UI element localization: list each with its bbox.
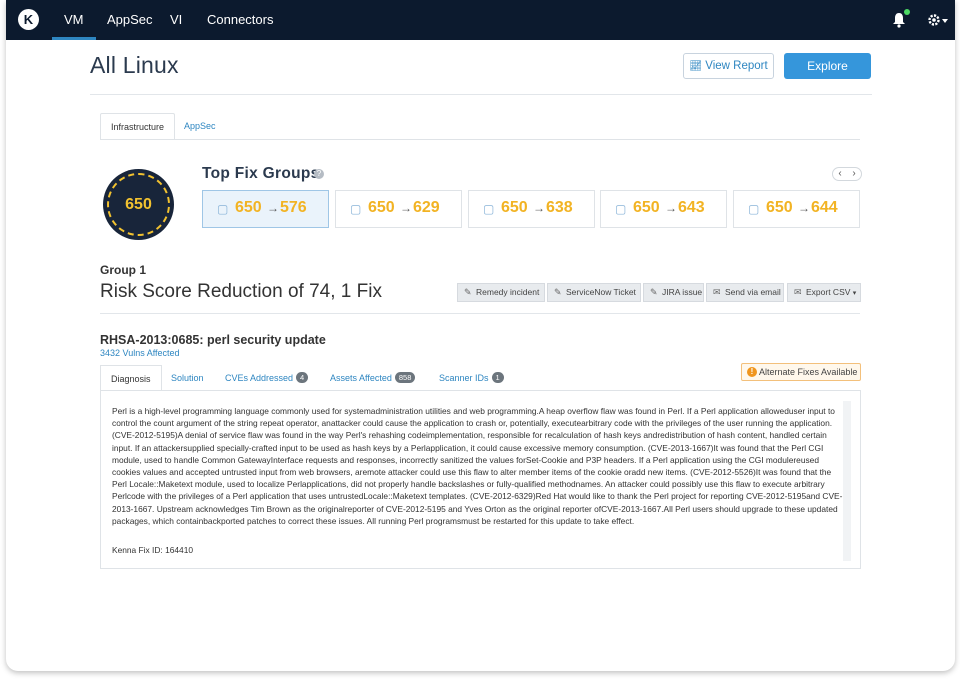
top-nav: K VM AppSec VI Connectors [6, 0, 955, 40]
tab-appsec[interactable]: AppSec [174, 113, 226, 140]
send-email-button[interactable]: ✉ Send via email [706, 283, 784, 302]
export-csv-label: Export CSV [806, 287, 851, 297]
score-after: 629 [413, 199, 440, 216]
score-after: 638 [546, 199, 573, 216]
envelope-icon: ✉ [713, 287, 721, 297]
view-report-label: View Report [705, 60, 768, 72]
scrollbar[interactable] [843, 401, 851, 561]
score-before: 650 [766, 199, 793, 216]
chevron-right-icon[interactable]: › [847, 168, 861, 180]
gear-icon[interactable] [927, 11, 949, 29]
alert-icon: ! [747, 367, 757, 377]
score-before: 650 [235, 199, 262, 216]
fix-group-icon: ▢ [217, 202, 229, 216]
scanner-count-badge: 1 [491, 372, 504, 383]
edit-icon: ✎ [554, 287, 562, 297]
vulns-affected-link[interactable]: 3432 Vulns Affected [100, 348, 180, 358]
chevron-left-icon[interactable]: ‹ [833, 168, 847, 180]
tab-diagnosis[interactable]: Diagnosis [100, 365, 162, 391]
page-title: All Linux [90, 52, 179, 78]
jira-issue-button[interactable]: ✎ JIRA issue [643, 283, 704, 302]
edit-icon: ✎ [650, 287, 658, 297]
risk-score-dial: 650 [103, 169, 174, 240]
score-before: 650 [633, 199, 660, 216]
view-report-button[interactable]: 📈︎ View Report [683, 53, 774, 79]
notification-dot [904, 9, 910, 15]
arrow-right-icon: → [267, 201, 279, 215]
arrow-right-icon: → [665, 201, 677, 215]
fix-group-card[interactable]: ▢ 650 → 576 [202, 190, 329, 228]
fix-group-icon: ▢ [615, 202, 627, 216]
servicenow-ticket-label: ServiceNow Ticket [566, 287, 636, 297]
cves-count-badge: 4 [296, 372, 309, 383]
nav-item-vm[interactable]: VM [52, 0, 95, 40]
diagnosis-text: Perl is a high-level programming languag… [112, 406, 843, 526]
kenna-logo[interactable]: K [18, 9, 39, 30]
diagnosis-panel: Perl is a high-level programming languag… [100, 390, 861, 569]
header-divider [90, 94, 872, 95]
tab-solution[interactable]: Solution [161, 365, 214, 391]
score-after: 576 [280, 199, 307, 216]
assets-count-badge: 858 [394, 372, 416, 383]
fix-group-icon: ▢ [483, 202, 495, 216]
caret-down-icon: ▾ [852, 290, 857, 297]
fix-title: RHSA-2013:0685: perl security update [100, 333, 326, 347]
help-icon[interactable]: ? [314, 169, 324, 179]
send-email-label: Send via email [725, 287, 781, 297]
arrow-right-icon: → [533, 201, 545, 215]
envelope-icon: ✉ [794, 287, 802, 297]
score-before: 650 [501, 199, 528, 216]
kenna-fix-id: Kenna Fix ID: 164410 [112, 545, 194, 555]
fix-group-card[interactable]: ▢ 650 → 643 [600, 190, 727, 228]
cves-addressed-label: CVEs Addressed [225, 373, 294, 383]
tab-cves-addressed[interactable]: CVEs Addressed 4 [215, 365, 318, 391]
nav-item-appsec[interactable]: AppSec [107, 0, 153, 40]
fix-group-card[interactable]: ▢ 650 → 629 [335, 190, 462, 228]
risk-score-value: 650 [125, 196, 152, 213]
alternate-fixes-label: Alternate Fixes Available [759, 367, 858, 377]
export-csv-button[interactable]: ✉ Export CSV ▾ [787, 283, 861, 302]
remedy-incident-label: Remedy incident [476, 287, 540, 297]
bell-icon[interactable] [892, 9, 910, 28]
fix-groups-pager: ‹ › [832, 167, 862, 181]
remedy-incident-button[interactable]: ✎ Remedy incident [457, 283, 545, 302]
tab-scanner-ids[interactable]: Scanner IDs 1 [429, 365, 514, 391]
jira-issue-label: JIRA issue [662, 287, 703, 297]
servicenow-ticket-button[interactable]: ✎ ServiceNow Ticket [547, 283, 641, 302]
fix-group-icon: ▢ [748, 202, 760, 216]
score-after: 643 [678, 199, 705, 216]
arrow-right-icon: → [400, 201, 412, 215]
tab-divider [100, 139, 860, 140]
fix-group-card[interactable]: ▢ 650 → 638 [468, 190, 595, 228]
nav-item-connectors[interactable]: Connectors [207, 0, 273, 40]
tab-infrastructure[interactable]: Infrastructure [100, 113, 176, 140]
score-before: 650 [368, 199, 395, 216]
nav-item-vi[interactable]: VI [170, 0, 182, 40]
fix-group-card[interactable]: ▢ 650 → 644 [733, 190, 860, 228]
arrow-right-icon: → [798, 201, 810, 215]
group-label: Group 1 [100, 263, 147, 277]
group-title: Risk Score Reduction of 74, 1 Fix [100, 281, 382, 302]
assets-affected-label: Assets Affected [330, 373, 392, 383]
tab-assets-affected[interactable]: Assets Affected 858 [320, 365, 425, 391]
app-window: K VM AppSec VI Connectors All Linux 📈︎ V… [6, 0, 955, 671]
top-fix-groups-title: Top Fix Groups [202, 165, 320, 182]
group-divider [100, 313, 860, 314]
fix-group-icon: ▢ [350, 202, 362, 216]
explore-button[interactable]: Explore [784, 53, 871, 79]
scanner-ids-label: Scanner IDs [439, 373, 489, 383]
edit-icon: ✎ [464, 287, 472, 297]
chart-icon: 📈︎ [689, 61, 703, 72]
score-after: 644 [811, 199, 838, 216]
alternate-fixes-badge[interactable]: ! Alternate Fixes Available [741, 363, 861, 381]
